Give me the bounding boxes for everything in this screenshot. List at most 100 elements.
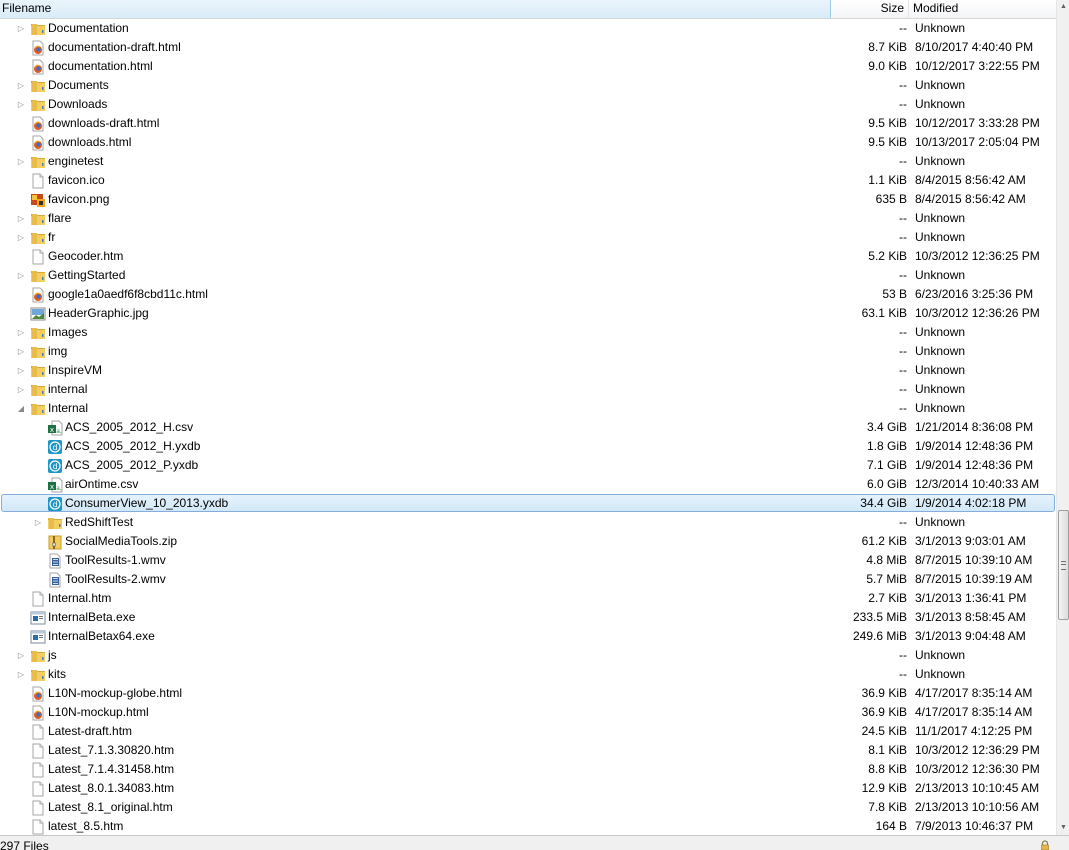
folder-row[interactable]: ▷ Documentation -- Unknown [0, 19, 1056, 38]
scrollbar-thumb[interactable] [1058, 510, 1069, 620]
expanded-arrow-icon[interactable]: ◢ [16, 399, 26, 418]
expand-arrow-icon[interactable]: ▷ [16, 19, 26, 38]
file-size: -- [899, 667, 907, 681]
file-list: ▷ Documentation -- Unknown documentation-dra… [0, 19, 1056, 835]
file-size: 8.8 KiB [868, 762, 907, 776]
expand-arrow-icon[interactable]: ▷ [16, 361, 26, 380]
file-row[interactable]: google1a0aedf6f8cbd11c.html 53 B 6/23/2016… [0, 285, 1056, 304]
file-row[interactable]: ToolResults-1.wmv 4.8 MiB 8/7/2015 10:39:1… [0, 551, 1056, 570]
file-size: 5.7 MiB [866, 572, 907, 586]
folder-row[interactable]: ▷ Images -- Unknown [0, 323, 1056, 342]
file-row[interactable]: HeaderGraphic.jpg 63.1 KiB 10/3/2012 12:36… [0, 304, 1056, 323]
file-row[interactable]: Internal.htm 2.7 KiB 3/1/2013 1:36:41 PM [0, 589, 1056, 608]
file-name: Internal.htm [48, 591, 112, 605]
file-row[interactable]: Latest_7.1.3.30820.htm 8.1 KiB 10/3/2012 1… [0, 741, 1056, 760]
column-header-size[interactable]: Size [831, 0, 909, 18]
folder-row[interactable]: ▷ fr -- Unknown [0, 228, 1056, 247]
file-row[interactable]: d ACS_2005_2012_H.yxdb 1.8 GiB 1/9/2014 12:… [0, 437, 1056, 456]
folder-row[interactable]: ▷ GettingStarted -- Unknown [0, 266, 1056, 285]
scroll-up-arrow-icon[interactable]: ▲ [1057, 0, 1069, 14]
firefox-html-icon [30, 686, 46, 702]
file-modified: 8/4/2015 8:56:42 AM [915, 192, 1026, 206]
vertical-scrollbar[interactable]: ▲ ▼ [1056, 0, 1069, 835]
file-row[interactable]: latest_8.5.htm 164 B 7/9/2013 10:46:37 PM [0, 817, 1056, 835]
expand-arrow-icon[interactable]: ▷ [16, 76, 26, 95]
file-row[interactable]: documentation.html 9.0 KiB 10/12/2017 3:22… [0, 57, 1056, 76]
file-modified: 2/13/2013 10:10:45 AM [915, 781, 1040, 795]
expand-arrow-icon[interactable]: ▷ [16, 95, 26, 114]
image-icon [30, 306, 46, 322]
column-header-filename[interactable]: Filename [0, 0, 831, 18]
file-modified: Unknown [915, 648, 966, 662]
expand-arrow-icon[interactable]: ▷ [16, 152, 26, 171]
folder-row[interactable]: ▷ js -- Unknown [0, 646, 1056, 665]
file-name: documentation.html [48, 59, 153, 73]
file-row[interactable]: SocialMediaTools.zip 61.2 KiB 3/1/2013 9:0… [0, 532, 1056, 551]
expand-arrow-icon[interactable]: ▷ [16, 209, 26, 228]
folder-row[interactable]: ▷ Documents -- Unknown [0, 76, 1056, 95]
file-row[interactable]: favicon.ico 1.1 KiB 8/4/2015 8:56:42 AM [0, 171, 1056, 190]
file-row[interactable]: favicon.png 635 B 8/4/2015 8:56:42 AM [0, 190, 1056, 209]
folder-row[interactable]: ▷ kits -- Unknown [0, 665, 1056, 684]
expand-arrow-icon[interactable]: ▷ [16, 380, 26, 399]
file-modified: Unknown [915, 97, 966, 111]
file-modified: 8/7/2015 10:39:10 AM [915, 553, 1033, 567]
file-size: 2.7 KiB [868, 591, 907, 605]
zip-folder-icon [47, 534, 63, 550]
folder-row[interactable]: ▷ InspireVM -- Unknown [0, 361, 1056, 380]
svg-text:d: d [52, 462, 57, 471]
expand-arrow-icon[interactable]: ▷ [16, 266, 26, 285]
file-modified: 1/9/2014 12:48:36 PM [915, 439, 1034, 453]
file-name: ACS_2005_2012_H.csv [65, 420, 194, 434]
file-row[interactable]: InternalBetax64.exe 249.6 MiB 3/1/2013 9:0… [0, 627, 1056, 646]
folder-row[interactable]: ◢ Internal -- Unknown [0, 399, 1056, 418]
file-row[interactable]: documentation-draft.html 8.7 KiB 8/10/2017… [0, 38, 1056, 57]
expand-arrow-icon[interactable]: ▷ [33, 513, 43, 532]
file-row[interactable]: Latest_7.1.4.31458.htm 8.8 KiB 10/3/2012 1… [0, 760, 1056, 779]
expand-arrow-icon[interactable]: ▷ [16, 228, 26, 247]
folder-row[interactable]: ▷ enginetest -- Unknown [0, 152, 1056, 171]
folder-row[interactable]: ▷ img -- Unknown [0, 342, 1056, 361]
folder-row[interactable]: ▷ flare -- Unknown [0, 209, 1056, 228]
file-row[interactable]: d ConsumerView_10_2013.yxdb 34.4 GiB 1/9/20… [0, 494, 1056, 513]
file-modified: Unknown [915, 78, 966, 92]
file-row[interactable]: downloads.html 9.5 KiB 10/13/2017 2:05:04 … [0, 133, 1056, 152]
file-name: RedShiftTest [65, 515, 134, 529]
file-size: -- [899, 21, 907, 35]
column-header-modified[interactable]: Modified [909, 0, 1056, 18]
file-name: GettingStarted [48, 268, 126, 282]
scroll-down-arrow-icon[interactable]: ▼ [1057, 821, 1069, 835]
document-icon [30, 800, 46, 816]
folder-icon [30, 667, 46, 683]
file-modified: Unknown [915, 344, 966, 358]
folder-icon [30, 401, 46, 417]
file-row[interactable]: ToolResults-2.wmv 5.7 MiB 8/7/2015 10:39:1… [0, 570, 1056, 589]
file-size: 5.2 KiB [868, 249, 907, 263]
file-row[interactable]: x a, airOntime.csv 6.0 GiB 12/3/2014 10:40:3… [0, 475, 1056, 494]
file-row[interactable]: Latest_8.1_original.htm 7.8 KiB 2/13/2013 … [0, 798, 1056, 817]
file-size: 24.5 KiB [861, 724, 907, 738]
expand-arrow-icon[interactable]: ▷ [16, 665, 26, 684]
folder-row[interactable]: ▷ Downloads -- Unknown [0, 95, 1056, 114]
file-size: 34.4 GiB [860, 496, 907, 510]
file-size: -- [899, 97, 907, 111]
document-icon [30, 781, 46, 797]
file-row[interactable]: x a, ACS_2005_2012_H.csv 3.4 GiB 1/21/2014 8… [0, 418, 1056, 437]
expand-arrow-icon[interactable]: ▷ [16, 342, 26, 361]
file-row[interactable]: Latest-draft.htm 24.5 KiB 11/1/2017 4:12:2… [0, 722, 1056, 741]
file-row[interactable]: L10N-mockup-globe.html 36.9 KiB 4/17/2017 … [0, 684, 1056, 703]
file-row[interactable]: downloads-draft.html 9.5 KiB 10/12/2017 3:… [0, 114, 1056, 133]
file-size: 164 B [875, 819, 907, 833]
expand-arrow-icon[interactable]: ▷ [16, 646, 26, 665]
file-row[interactable]: Latest_8.0.1.34083.htm 12.9 KiB 2/13/2013 … [0, 779, 1056, 798]
file-row[interactable]: L10N-mockup.html 36.9 KiB 4/17/2017 8:35:1… [0, 703, 1056, 722]
folder-row[interactable]: ▷ internal -- Unknown [0, 380, 1056, 399]
expand-arrow-icon[interactable]: ▷ [16, 323, 26, 342]
file-size: 61.2 KiB [861, 534, 907, 548]
file-row[interactable]: InternalBeta.exe 233.5 MiB 3/1/2013 8:58:4… [0, 608, 1056, 627]
file-row[interactable]: d ACS_2005_2012_P.yxdb 7.1 GiB 1/9/2014 12:… [0, 456, 1056, 475]
folder-row[interactable]: ▷ RedShiftTest -- Unknown [0, 513, 1056, 532]
file-size: -- [899, 211, 907, 225]
file-row[interactable]: Geocoder.htm 5.2 KiB 10/3/2012 12:36:25 PM [0, 247, 1056, 266]
folder-icon [30, 78, 46, 94]
